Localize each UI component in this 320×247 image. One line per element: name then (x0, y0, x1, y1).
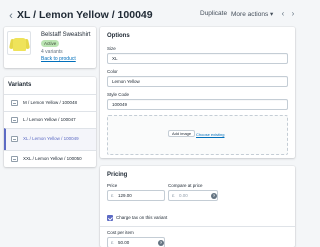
compare-at-price-label: Compare at price (168, 183, 203, 188)
size-label: Size (107, 46, 116, 51)
style-code-input[interactable]: 100049 (107, 99, 288, 110)
more-actions-button[interactable]: More actions ▾ (231, 10, 273, 18)
cost-per-item-label: Cost per item (107, 230, 134, 235)
variants-card: Variants M / Lemon Yellow / 100048 L / L… (4, 77, 96, 167)
variant-item[interactable]: XXL / Lemon Yellow / 100050 (4, 150, 96, 167)
help-icon[interactable]: ? (158, 239, 164, 246)
variant-label: L / Lemon Yellow / 100047 (23, 117, 76, 122)
price-label: Price (107, 183, 118, 188)
chevron-left-icon: ‹ (281, 9, 285, 18)
pricing-card: Pricing Price £ 129.00 Compare at price … (100, 166, 295, 247)
back-button[interactable]: ‹ (4, 8, 18, 24)
status-badge: Active (41, 40, 60, 47)
divider (100, 226, 295, 227)
variant-item-selected[interactable]: XL / Lemon Yellow / 100049 (4, 128, 96, 150)
image-placeholder-icon (11, 100, 18, 106)
image-dropzone[interactable]: Add image Choose existing (107, 115, 288, 155)
chevron-right-icon: › (291, 9, 295, 18)
variant-label: M / Lemon Yellow / 100048 (23, 100, 78, 105)
help-icon[interactable]: ? (211, 192, 217, 199)
image-placeholder-icon (11, 156, 18, 162)
variant-label: XXL / Lemon Yellow / 100050 (23, 156, 82, 161)
next-variant-button[interactable]: › (289, 9, 297, 19)
add-image-button[interactable]: Add image (168, 130, 196, 137)
product-thumbnail (7, 31, 31, 55)
chevron-left-icon: ‹ (9, 10, 13, 22)
pricing-heading: Pricing (107, 172, 128, 178)
product-summary-card: Belstaff Sweatshirt Active 4 variants Ba… (4, 27, 96, 68)
cost-per-item-input[interactable]: £ 50.00 (107, 237, 165, 247)
variant-item[interactable]: L / Lemon Yellow / 100047 (4, 111, 96, 128)
size-input[interactable]: XL (107, 53, 288, 64)
charge-tax-label: Charge tax on this variant (116, 215, 168, 220)
color-label: Color (107, 69, 118, 74)
variants-heading: Variants (8, 82, 32, 88)
image-placeholder-icon (11, 117, 18, 123)
variant-count: 4 variants (41, 49, 63, 55)
variant-label: XL / Lemon Yellow / 100049 (23, 136, 79, 141)
choose-existing-link[interactable]: Choose existing (196, 132, 224, 137)
image-placeholder-icon (11, 136, 18, 142)
price-input[interactable]: £ 129.00 (107, 190, 165, 201)
color-input[interactable]: Lemon Yellow (107, 76, 288, 87)
options-heading: Options (107, 33, 130, 39)
back-to-product-link[interactable]: Back to product (41, 56, 76, 62)
page-title: XL / Lemon Yellow / 100049 (17, 9, 153, 21)
product-name: Belstaff Sweatshirt (41, 32, 91, 38)
previous-variant-button[interactable]: ‹ (279, 9, 287, 19)
variant-item[interactable]: M / Lemon Yellow / 100048 (4, 94, 96, 111)
options-card: Options Size XL Color Lemon Yellow Style… (100, 27, 295, 158)
charge-tax-checkbox[interactable] (107, 215, 113, 221)
duplicate-button[interactable]: Duplicate (200, 10, 227, 17)
style-code-label: Style Code (107, 92, 130, 97)
